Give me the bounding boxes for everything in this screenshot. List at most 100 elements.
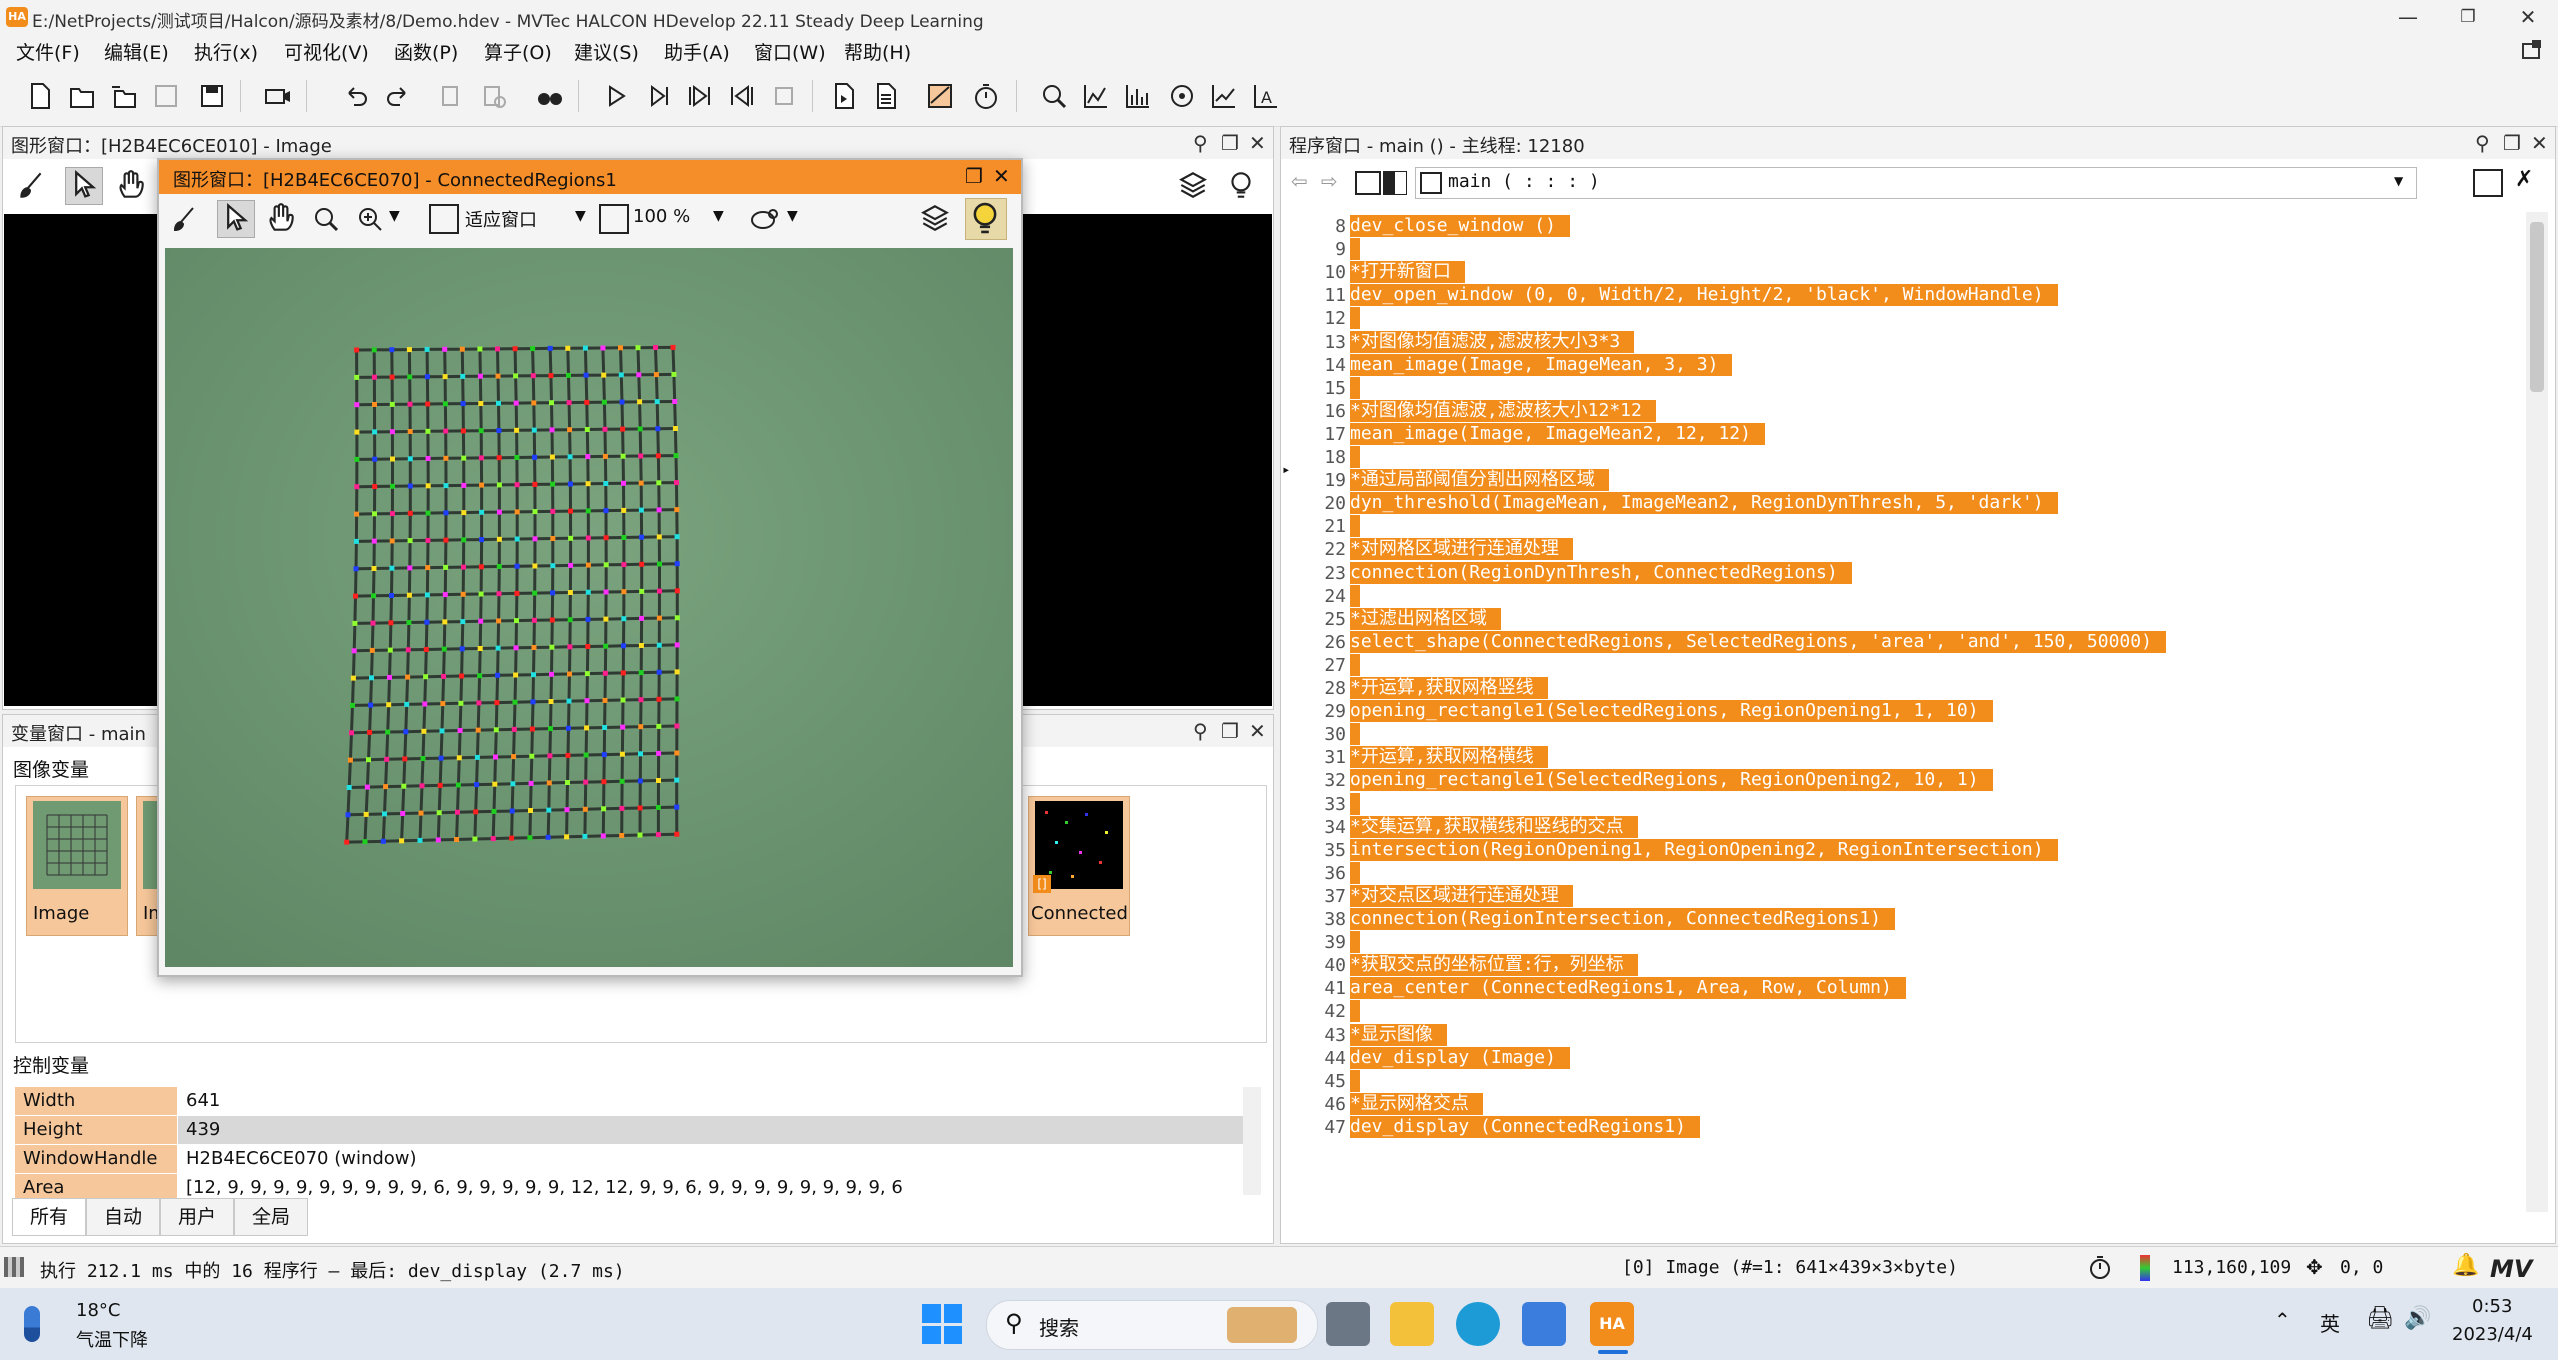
print-icon[interactable] [1355, 171, 1381, 195]
menu-file[interactable]: 文件(F) [16, 38, 80, 65]
tab-all[interactable]: 所有 [12, 1198, 86, 1236]
volume-icon[interactable]: 🔊 [2404, 1306, 2431, 1331]
edge-browser-icon[interactable] [1456, 1302, 1500, 1346]
code-line[interactable]: *对网格区域进行连通处理 [1350, 538, 1573, 561]
hand-pan-icon[interactable] [115, 169, 147, 205]
menu-operators[interactable]: 算子(O) [484, 38, 552, 65]
code-line[interactable]: *通过局部阈值分割出网格区域 [1350, 469, 1609, 492]
pointer-tool-icon[interactable] [65, 167, 103, 205]
lightbulb-icon[interactable] [1225, 169, 1257, 205]
close-button[interactable]: ✕ [2498, 0, 2558, 34]
windows-start-icon[interactable] [922, 1304, 962, 1344]
zoom-percent-icon[interactable] [599, 204, 629, 234]
code-line[interactable] [1350, 792, 1360, 815]
control-var-row[interactable]: WindowHandle H2B4EC6CE070 (window) [15, 1145, 1257, 1174]
code-line[interactable] [1350, 1000, 1360, 1023]
microsoft-store-icon[interactable] [1522, 1302, 1566, 1346]
taskbar-search-box[interactable]: ⚲ 搜索 [986, 1300, 1318, 1350]
code-line[interactable]: opening_rectangle1(SelectedRegions, Regi… [1350, 769, 1993, 792]
code-line[interactable]: connection(RegionDynThresh, ConnectedReg… [1350, 561, 1852, 584]
thumb-image[interactable]: Image [26, 796, 128, 936]
temperature[interactable]: 18°C [76, 1300, 120, 1321]
line-profile-icon[interactable] [1078, 78, 1114, 114]
brush-icon[interactable] [15, 169, 47, 205]
feature-inspection-icon[interactable] [1164, 78, 1200, 114]
undo-icon[interactable] [338, 78, 374, 114]
pin-icon[interactable]: ⚲ [1193, 131, 1208, 155]
tab-global[interactable]: 全局 [234, 1198, 308, 1236]
thermometer-icon[interactable] [24, 1306, 40, 1342]
code-line[interactable] [1350, 446, 1360, 468]
forward-arrow-icon[interactable]: ⇨ [1321, 169, 1338, 193]
fit-window-icon[interactable] [429, 204, 459, 234]
code-line[interactable]: mean_image(Image, ImageMean, 3, 3) [1350, 353, 1733, 376]
code-line[interactable]: *显示图像 [1350, 1023, 1447, 1046]
profiler-icon[interactable] [922, 78, 958, 114]
new-file-icon[interactable] [22, 78, 58, 114]
chevron-down-icon[interactable]: ▼ [787, 208, 798, 224]
code-line[interactable]: *对交点区域进行连通处理 [1350, 884, 1573, 907]
open-file-icon[interactable] [64, 78, 100, 114]
stop-icon[interactable] [766, 78, 802, 114]
code-line[interactable]: area_center (ConnectedRegions1, Area, Ro… [1350, 977, 1906, 1000]
save-icon[interactable] [194, 78, 230, 114]
back-arrow-icon[interactable]: ⇦ [1291, 169, 1308, 193]
code-line[interactable]: dev_close_window () [1350, 215, 1570, 237]
code-line[interactable]: connection(RegionIntersection, Connected… [1350, 908, 1896, 930]
step-into-icon[interactable] [682, 78, 718, 114]
zoom-percent-label[interactable]: 100 % [633, 206, 690, 227]
menu-assistants[interactable]: 助手(A) [664, 38, 730, 65]
code-line[interactable]: *显示网格交点 [1350, 1092, 1483, 1115]
ime-indicator[interactable]: 英 [2320, 1308, 2340, 1337]
tab-auto[interactable]: 自动 [86, 1198, 160, 1236]
code-scrollbar[interactable] [2526, 212, 2548, 1212]
line-chart-icon[interactable] [1206, 78, 1242, 114]
minimize-button[interactable]: — [2378, 0, 2438, 34]
histogram-icon[interactable] [1120, 78, 1156, 114]
hand-pan-icon[interactable] [265, 202, 297, 238]
cut-disabled-icon[interactable] [434, 78, 470, 114]
scrollbar-thumb[interactable] [2530, 222, 2544, 392]
layers-icon[interactable] [1177, 169, 1209, 205]
float-icon[interactable]: ❐ [965, 164, 983, 188]
code-line[interactable]: *过滤出网格区域 [1350, 607, 1501, 630]
menu-window[interactable]: 窗口(W) [754, 38, 826, 65]
menu-help[interactable]: 帮助(H) [844, 38, 911, 65]
code-line[interactable]: dev_display (ConnectedRegions1) [1350, 1115, 1700, 1138]
code-line[interactable]: *开运算,获取网格竖线 [1350, 677, 1548, 699]
code-line[interactable]: *对图像均值滤波,滤波核大小3*3 [1350, 330, 1635, 353]
floating-window-header[interactable]: 图形窗口：[H2B4EC6CE070] - ConnectedRegions1 … [159, 160, 1021, 194]
thumb-connected-regions[interactable]: [] ConnectedR [1028, 796, 1130, 936]
clear-icon[interactable]: ✗ [2515, 167, 2533, 192]
code-line[interactable] [1350, 584, 1360, 607]
close-panel-icon[interactable]: ✕ [1249, 131, 1266, 155]
record-camera-icon[interactable] [260, 78, 296, 114]
file-explorer-icon[interactable] [1390, 1302, 1434, 1346]
code-line[interactable]: dev_display (Image) [1350, 1046, 1570, 1069]
menu-edit[interactable]: 编辑(E) [104, 38, 169, 65]
menu-suggestions[interactable]: 建议(S) [574, 38, 639, 65]
lightbulb-icon[interactable] [965, 198, 1007, 240]
brush-icon[interactable] [169, 204, 199, 238]
pin-icon[interactable]: ⚲ [1193, 719, 1208, 743]
tab-user[interactable]: 用户 [160, 1198, 234, 1236]
code-line[interactable]: *获取交点的坐标位置:行，列坐标 [1350, 954, 1638, 977]
chevron-down-icon[interactable]: ▼ [575, 208, 586, 224]
grid-view-icon[interactable] [1383, 171, 1407, 195]
draw-shape-icon[interactable] [749, 204, 783, 238]
bell-icon[interactable]: 🔔 [2452, 1253, 2479, 1278]
dock-icon[interactable] [2520, 38, 2544, 62]
code-line[interactable]: dev_open_window (0, 0, Width/2, Height/2… [1350, 284, 2058, 307]
step-out-icon[interactable] [724, 78, 760, 114]
procedure-select[interactable]: main ( : : : ) ▼ [1415, 167, 2417, 199]
code-line[interactable] [1350, 653, 1360, 676]
program-listing-icon[interactable] [868, 78, 904, 114]
network-icon[interactable]: 🖨 [2366, 1306, 2394, 1331]
chevron-up-icon[interactable]: ⌃ [2274, 1308, 2291, 1332]
code-line[interactable] [1350, 376, 1360, 399]
close-panel-icon[interactable]: ✕ [2531, 131, 2548, 155]
procedure-edit-icon[interactable] [2473, 169, 2503, 197]
code-line[interactable]: opening_rectangle1(SelectedRegions, Regi… [1350, 700, 1993, 723]
menu-functions[interactable]: 函数(P) [394, 38, 458, 65]
weather-text[interactable]: 气温下降 [76, 1326, 148, 1352]
